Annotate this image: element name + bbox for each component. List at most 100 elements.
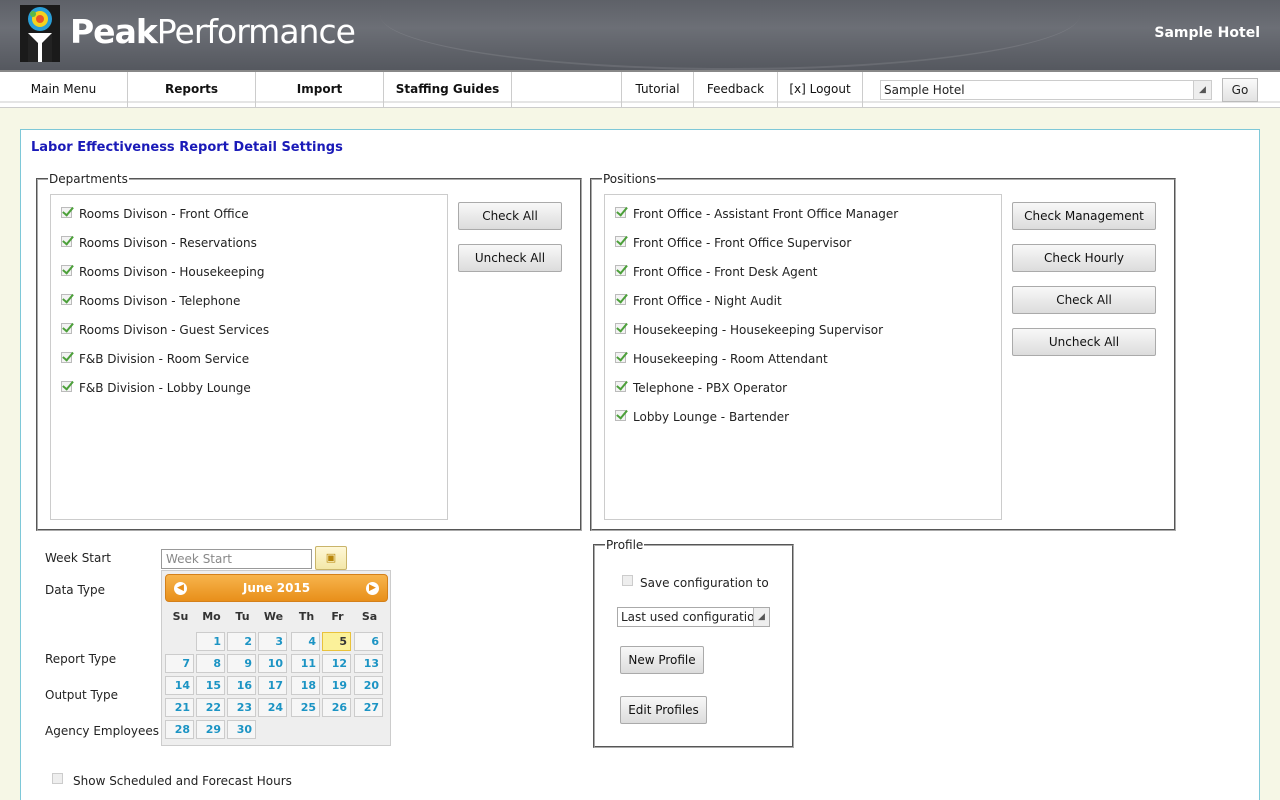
header-swoosh: [380, 0, 1080, 70]
datepicker-day[interactable]: 15: [196, 676, 225, 695]
datepicker-day[interactable]: 11: [291, 654, 320, 673]
go-button[interactable]: Go: [1222, 78, 1258, 102]
checkbox-checked-icon[interactable]: [61, 323, 72, 334]
datepicker-day[interactable]: 16: [227, 676, 256, 695]
profile-select-value: Last used configuration: [621, 610, 763, 624]
app-header: PeakPerformance Sample Hotel: [0, 0, 1280, 70]
datepicker-day[interactable]: 23: [227, 698, 256, 717]
datepicker-day[interactable]: 25: [291, 698, 320, 717]
departments-check-all-button[interactable]: Check All: [458, 202, 562, 230]
positions-uncheck-all-button[interactable]: Uncheck All: [1012, 328, 1156, 356]
datepicker-day[interactable]: 28: [165, 720, 194, 739]
check-hourly-button[interactable]: Check Hourly: [1012, 244, 1156, 272]
checkbox-checked-icon[interactable]: [615, 265, 626, 276]
week-start-input[interactable]: Week Start: [161, 549, 312, 569]
nav-spacer: [512, 72, 622, 108]
datepicker-day[interactable]: 14: [165, 676, 194, 695]
datepicker-day[interactable]: 13: [354, 654, 383, 673]
datepicker-day[interactable]: 26: [322, 698, 351, 717]
datepicker-weekday: Sa: [361, 610, 378, 623]
datepicker-day[interactable]: 24: [258, 698, 287, 717]
logo-icon: [20, 5, 60, 62]
datepicker-day[interactable]: 8: [196, 654, 225, 673]
datepicker-day[interactable]: 27: [354, 698, 383, 717]
datepicker-blank: [165, 632, 194, 651]
nav-feedback[interactable]: Feedback: [694, 72, 778, 108]
positions-legend: Positions: [603, 172, 656, 186]
hotel-select[interactable]: Sample Hotel ◢: [880, 80, 1212, 100]
brand-name: PeakPerformance: [70, 12, 356, 51]
datepicker-weekday: We: [263, 610, 284, 623]
datepicker-day[interactable]: 10: [258, 654, 287, 673]
datepicker-day[interactable]: 17: [258, 676, 287, 695]
datepicker-day[interactable]: 4: [291, 632, 320, 651]
datepicker-weekday: Tu: [235, 610, 250, 623]
datepicker-day[interactable]: 1: [196, 632, 225, 651]
nav-reports[interactable]: Reports: [128, 72, 256, 108]
profile-select[interactable]: Last used configuration ◢: [617, 607, 770, 627]
datepicker-weekday: Mo: [202, 610, 221, 623]
checkbox-checked-icon[interactable]: [61, 381, 72, 392]
departments-uncheck-all-button[interactable]: Uncheck All: [458, 244, 562, 272]
datepicker-weekday: Fr: [331, 610, 344, 623]
datepicker-day[interactable]: 3: [258, 632, 287, 651]
datepicker-weekday: Su: [172, 610, 189, 623]
positions-check-all-button[interactable]: Check All: [1012, 286, 1156, 314]
checkbox-checked-icon[interactable]: [61, 352, 72, 363]
datepicker-weekday: Th: [298, 610, 315, 623]
show-hours-label: Show Scheduled and Forecast Hours: [73, 774, 292, 788]
checkbox-checked-icon[interactable]: [615, 352, 626, 363]
datepicker-day[interactable]: 12: [322, 654, 351, 673]
datepicker-day[interactable]: 22: [196, 698, 225, 717]
page-title: Labor Effectiveness Report Detail Settin…: [31, 140, 343, 155]
calendar-icon[interactable]: ▣: [315, 546, 347, 570]
output-type-label: Output Type: [45, 688, 119, 702]
datepicker-day-today[interactable]: 5: [322, 632, 351, 651]
datepicker-day[interactable]: 21: [165, 698, 194, 717]
checkbox-checked-icon[interactable]: [615, 323, 626, 334]
profile-legend: Profile: [606, 538, 644, 552]
datepicker-day[interactable]: 7: [165, 654, 194, 673]
datepicker-day[interactable]: 30: [227, 720, 256, 739]
check-management-button[interactable]: Check Management: [1012, 202, 1156, 230]
nav-import[interactable]: Import: [256, 72, 384, 108]
checkbox-checked-icon[interactable]: [61, 207, 72, 218]
show-hours-checkbox[interactable]: [52, 773, 63, 784]
datepicker-day[interactable]: 6: [354, 632, 383, 651]
datepicker-day[interactable]: 29: [196, 720, 225, 739]
checkbox-checked-icon[interactable]: [615, 410, 626, 421]
hotel-select-value: Sample Hotel: [884, 83, 965, 97]
save-configuration-checkbox[interactable]: [622, 575, 633, 586]
datepicker-day[interactable]: 20: [354, 676, 383, 695]
next-month-icon[interactable]: ▶: [366, 582, 379, 595]
nav-staffing-guides[interactable]: Staffing Guides: [384, 72, 512, 108]
edit-profiles-button[interactable]: Edit Profiles: [620, 696, 707, 724]
new-profile-button[interactable]: New Profile: [620, 646, 704, 674]
checkbox-checked-icon[interactable]: [61, 236, 72, 247]
data-type-label: Data Type: [45, 583, 106, 597]
datepicker-day[interactable]: 19: [322, 676, 351, 695]
datepicker: ◀ June 2015 ▶ Su Mo Tu We Th Fr Sa 1 2 3 4 5 6 7 8 9 10 1…: [161, 570, 391, 746]
nav-main-menu[interactable]: Main Menu: [0, 72, 128, 108]
agency-employees-label: Agency Employees: [45, 724, 160, 738]
checkbox-checked-icon[interactable]: [615, 381, 626, 392]
datepicker-day[interactable]: 2: [227, 632, 256, 651]
checkbox-checked-icon[interactable]: [61, 265, 72, 276]
datepicker-day[interactable]: 18: [291, 676, 320, 695]
nav-tutorial[interactable]: Tutorial: [622, 72, 694, 108]
datepicker-title: June 2015: [242, 581, 311, 595]
checkbox-checked-icon[interactable]: [615, 207, 626, 218]
main-nav: Main Menu Reports Import Staffing Guides…: [0, 70, 1280, 108]
checkbox-checked-icon[interactable]: [615, 294, 626, 305]
nav-logout[interactable]: [x] Logout: [778, 72, 863, 108]
week-start-label: Week Start: [45, 551, 112, 565]
dropdown-arrow-icon: ◢: [1193, 81, 1211, 99]
datepicker-day[interactable]: 9: [227, 654, 256, 673]
header-hotel-name: Sample Hotel: [1154, 25, 1260, 41]
report-type-label: Report Type: [45, 652, 117, 666]
checkbox-checked-icon[interactable]: [615, 236, 626, 247]
departments-list: Rooms Divison - Front Office Rooms Divis…: [50, 194, 448, 520]
positions-list: Front Office - Assistant Front Office Ma…: [604, 194, 1002, 520]
checkbox-checked-icon[interactable]: [61, 294, 72, 305]
datepicker-header: ◀ June 2015 ▶: [165, 574, 388, 602]
